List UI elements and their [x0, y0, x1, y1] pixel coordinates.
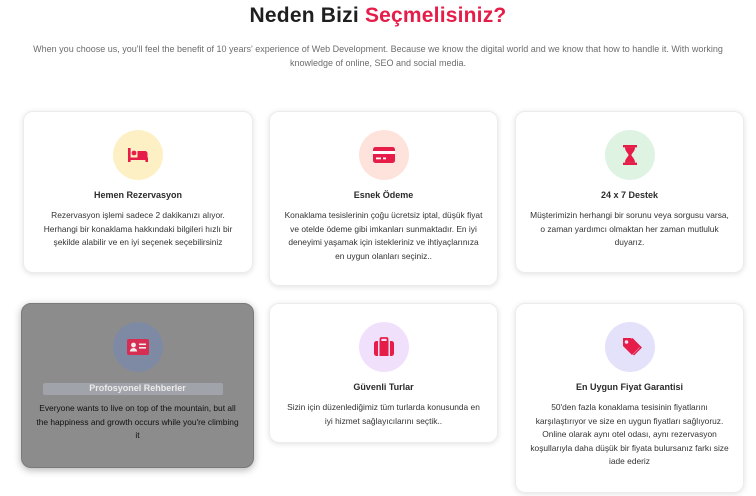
id-card-icon: [112, 322, 163, 372]
card-title: Güvenli Turlar: [353, 382, 414, 392]
feature-card-guides[interactable]: Profosyonel Rehberler Everyone wants to …: [21, 303, 254, 468]
section-title-main: Neden Bizi: [249, 4, 359, 27]
card-title: Esnek Ödeme: [353, 190, 414, 200]
section-title: Neden Bizi Seçmelisiniz?: [0, 2, 756, 30]
feature-card-best-price: En Uygun Fiyat Garantisi 50'den fazla ko…: [515, 303, 744, 493]
card-title: Hemen Rezervasyon: [93, 190, 183, 200]
card-text: Rezervasyon işlemi sadece 2 dakikanızı a…: [43, 210, 233, 248]
card-text: 50'den fazla konaklama tesisinin fiyatla…: [530, 402, 729, 467]
card-title: Profosyonel Rehberler: [89, 383, 186, 393]
feature-card-safe-tours: Güvenli Turlar Sizin için düzenlediğimiz…: [269, 303, 498, 443]
feature-card-reservation: Hemen Rezervasyon Rezervasyon işlemi sad…: [23, 111, 253, 273]
feature-card-support: 24 x 7 Destek Müşterimizin herhangi bir …: [515, 111, 744, 273]
card-text: Everyone wants to live on top of the mou…: [36, 403, 239, 441]
card-text: Konaklama tesislerinin çoğu ücretsiz ipt…: [284, 210, 483, 261]
card-title: 24 x 7 Destek: [600, 190, 659, 200]
card-title: En Uygun Fiyat Garantisi: [575, 382, 684, 392]
card-text: Sizin için düzenlediğimiz tüm turlarda k…: [287, 402, 480, 426]
section-subtitle: When you choose us, you'll feel the bene…: [33, 44, 723, 68]
suitcase-icon: [358, 322, 409, 372]
bed-icon: [113, 130, 163, 180]
price-tag-icon: [604, 322, 655, 372]
feature-card-payment: Esnek Ödeme Konaklama tesislerinin çoğu …: [269, 111, 498, 286]
credit-card-icon: [358, 130, 409, 180]
hourglass-icon: [604, 130, 655, 180]
card-text: Müşterimizin herhangi bir sorunu veya so…: [530, 210, 729, 248]
section-title-accent: Seçmelisiniz?: [364, 4, 507, 27]
